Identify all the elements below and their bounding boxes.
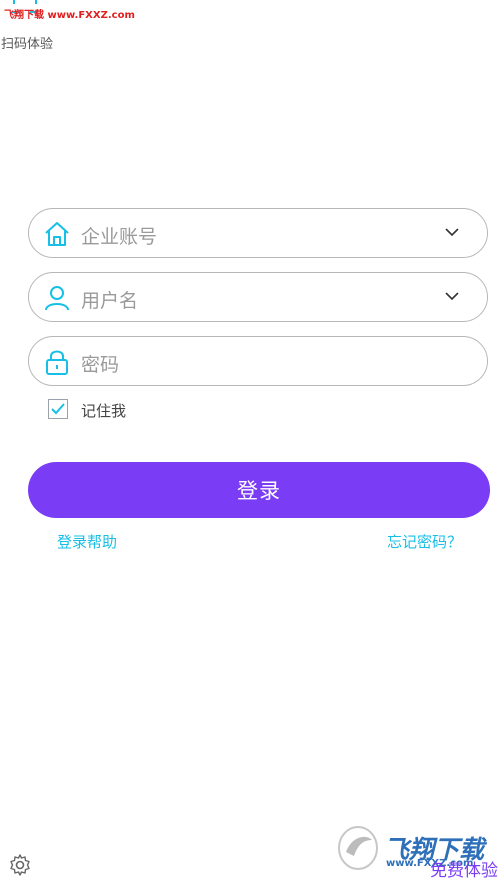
- company-account-field[interactable]: 企业账号: [28, 208, 488, 258]
- password-placeholder: 密码: [81, 354, 120, 376]
- brand-bars-logo: [176, 40, 344, 150]
- remember-checkbox[interactable]: [48, 399, 68, 419]
- user-icon: [45, 286, 69, 311]
- watermark-text: 飞翔下载 www.FXXZ.com: [4, 10, 135, 21]
- chevron-down-icon[interactable]: [445, 228, 459, 237]
- watermark-emblem-icon: [338, 826, 378, 870]
- login-help-link[interactable]: 登录帮助: [57, 531, 117, 552]
- remember-label: 记住我: [81, 402, 127, 420]
- chevron-down-icon[interactable]: [445, 292, 459, 301]
- watermark-logo: 飞翔下载 www.FXXZ.com 免费体验: [334, 820, 500, 881]
- username-field[interactable]: 用户名: [28, 272, 488, 322]
- lock-icon: [46, 350, 68, 375]
- gear-icon[interactable]: [8, 853, 32, 877]
- forgot-password-link[interactable]: 忘记密码？: [387, 531, 462, 552]
- username-placeholder: 用户名: [81, 290, 139, 312]
- watermark-free-trial: 免费体验: [430, 861, 498, 881]
- scan-experience[interactable]: 飞翔下载 www.FXXZ.com 扫码体验: [0, 0, 135, 54]
- company-account-placeholder: 企业账号: [81, 226, 158, 248]
- check-icon: [51, 403, 65, 415]
- home-icon: [45, 222, 69, 246]
- login-button[interactable]: 登录: [28, 462, 490, 518]
- password-field[interactable]: 密码: [28, 336, 488, 386]
- scan-label: 扫码体验: [1, 37, 54, 52]
